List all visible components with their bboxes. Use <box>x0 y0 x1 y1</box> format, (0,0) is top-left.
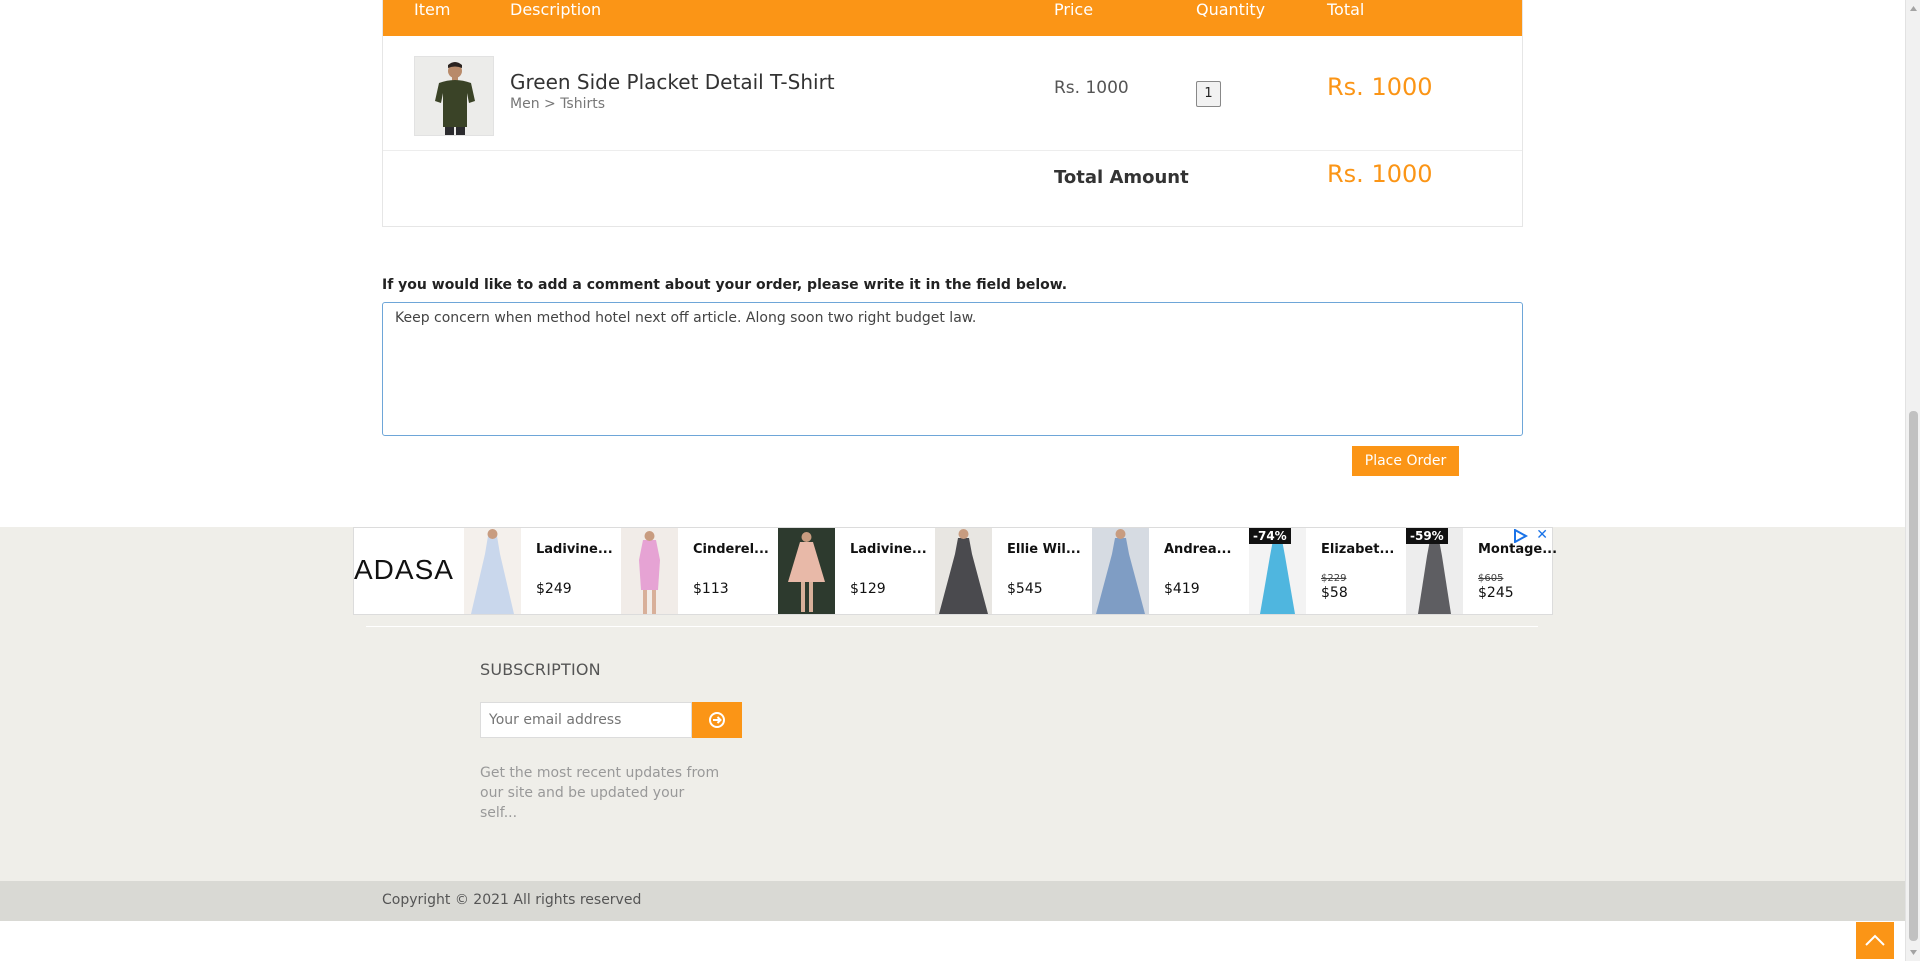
product-total: Rs. 1000 <box>1327 73 1433 101</box>
total-amount-value: Rs. 1000 <box>1327 160 1433 188</box>
column-total: Total <box>1327 0 1365 19</box>
product-image[interactable] <box>414 56 494 136</box>
order-comment-field[interactable] <box>382 302 1523 436</box>
ad-choices-icon[interactable] <box>1512 529 1528 543</box>
ad-product-name[interactable]: Ladivine... <box>850 542 932 557</box>
subscription-title: SUBSCRIPTION <box>480 660 601 679</box>
discount-badge: -59% <box>1406 528 1448 544</box>
ad-product-price: $419 <box>1164 581 1200 597</box>
product-price: Rs. 1000 <box>1054 78 1129 98</box>
ad-product-name[interactable]: Cinderel... <box>693 542 775 557</box>
ad-banner[interactable]: ADASA Ladivine... $249 Cinderel... $113 … <box>353 527 1557 615</box>
chevron-up-icon <box>1865 934 1885 946</box>
ad-product-old-price: $605 <box>1478 573 1504 584</box>
dress-image[interactable] <box>935 528 992 614</box>
email-field[interactable] <box>480 702 692 738</box>
ad-product[interactable]: Ladivine... $129 <box>778 528 934 614</box>
column-item: Item <box>414 0 451 19</box>
ad-product[interactable]: Cinderel... $113 <box>621 528 777 614</box>
close-icon[interactable]: ✕ <box>1536 528 1548 542</box>
ad-product-price: $245 <box>1478 585 1514 601</box>
ad-product-name[interactable]: Montage... <box>1478 542 1560 557</box>
scroll-down-icon[interactable] <box>1906 944 1920 961</box>
comment-label: If you would like to add a comment about… <box>382 277 1068 293</box>
copyright-text: Copyright © 2021 All rights reserved <box>382 892 642 908</box>
ad-product-name[interactable]: Andrea... <box>1164 542 1246 557</box>
ad-product[interactable]: -74% Elizabet... $229 $58 <box>1249 528 1405 614</box>
total-amount-label: Total Amount <box>1054 167 1189 188</box>
ad-product-name[interactable]: Ladivine... <box>536 542 618 557</box>
ad-product[interactable]: Ellie Wil... $545 <box>935 528 1091 614</box>
ad-product-name[interactable]: Elizabet... <box>1321 542 1403 557</box>
cart-table: Item Description Price Quantity Total Gr… <box>382 0 1523 227</box>
quantity-field[interactable]: 1 <box>1196 81 1221 107</box>
ad-product-price: $249 <box>536 581 572 597</box>
subscription-description: Get the most recent updates from our sit… <box>480 765 720 821</box>
scrollbar-thumb[interactable] <box>1909 411 1918 941</box>
ad-product-old-price: $229 <box>1321 573 1347 584</box>
footer-divider <box>366 626 1538 627</box>
product-name[interactable]: Green Side Placket Detail T-Shirt <box>510 70 835 94</box>
subscribe-button[interactable] <box>692 702 742 738</box>
page: Item Description Price Quantity Total Gr… <box>0 0 1905 961</box>
discount-badge: -74% <box>1249 528 1291 544</box>
dress-image[interactable] <box>778 528 835 614</box>
cart-table-header: Item Description Price Quantity Total <box>383 0 1522 36</box>
place-order-button[interactable]: Place Order <box>1352 446 1459 476</box>
ad-product[interactable]: Ladivine... $249 <box>464 528 620 614</box>
ad-product[interactable]: Andrea... $419 <box>1092 528 1248 614</box>
column-quantity: Quantity <box>1196 0 1266 19</box>
dress-image[interactable] <box>621 528 678 614</box>
copyright-bar: Copyright © 2021 All rights reserved <box>0 881 1905 921</box>
ad-product-price: $545 <box>1007 581 1043 597</box>
scroll-up-icon[interactable] <box>1906 0 1920 17</box>
ad-product-name[interactable]: Ellie Wil... <box>1007 542 1089 557</box>
column-description: Description <box>510 0 602 19</box>
dress-image[interactable] <box>464 528 521 614</box>
scrollbar[interactable] <box>1905 0 1920 961</box>
cart-row: Green Side Placket Detail T-Shirt Men > … <box>383 36 1522 151</box>
ad-product-price: $129 <box>850 581 886 597</box>
ad-brand-logo[interactable]: ADASA <box>354 554 464 586</box>
ad-product-price: $113 <box>693 581 729 597</box>
column-price: Price <box>1054 0 1094 19</box>
arrow-circle-right-icon <box>709 712 725 728</box>
dress-image[interactable] <box>1092 528 1149 614</box>
product-category: Men > Tshirts <box>510 96 606 112</box>
back-to-top-button[interactable] <box>1856 922 1894 959</box>
ad-product-price: $58 <box>1321 585 1348 601</box>
